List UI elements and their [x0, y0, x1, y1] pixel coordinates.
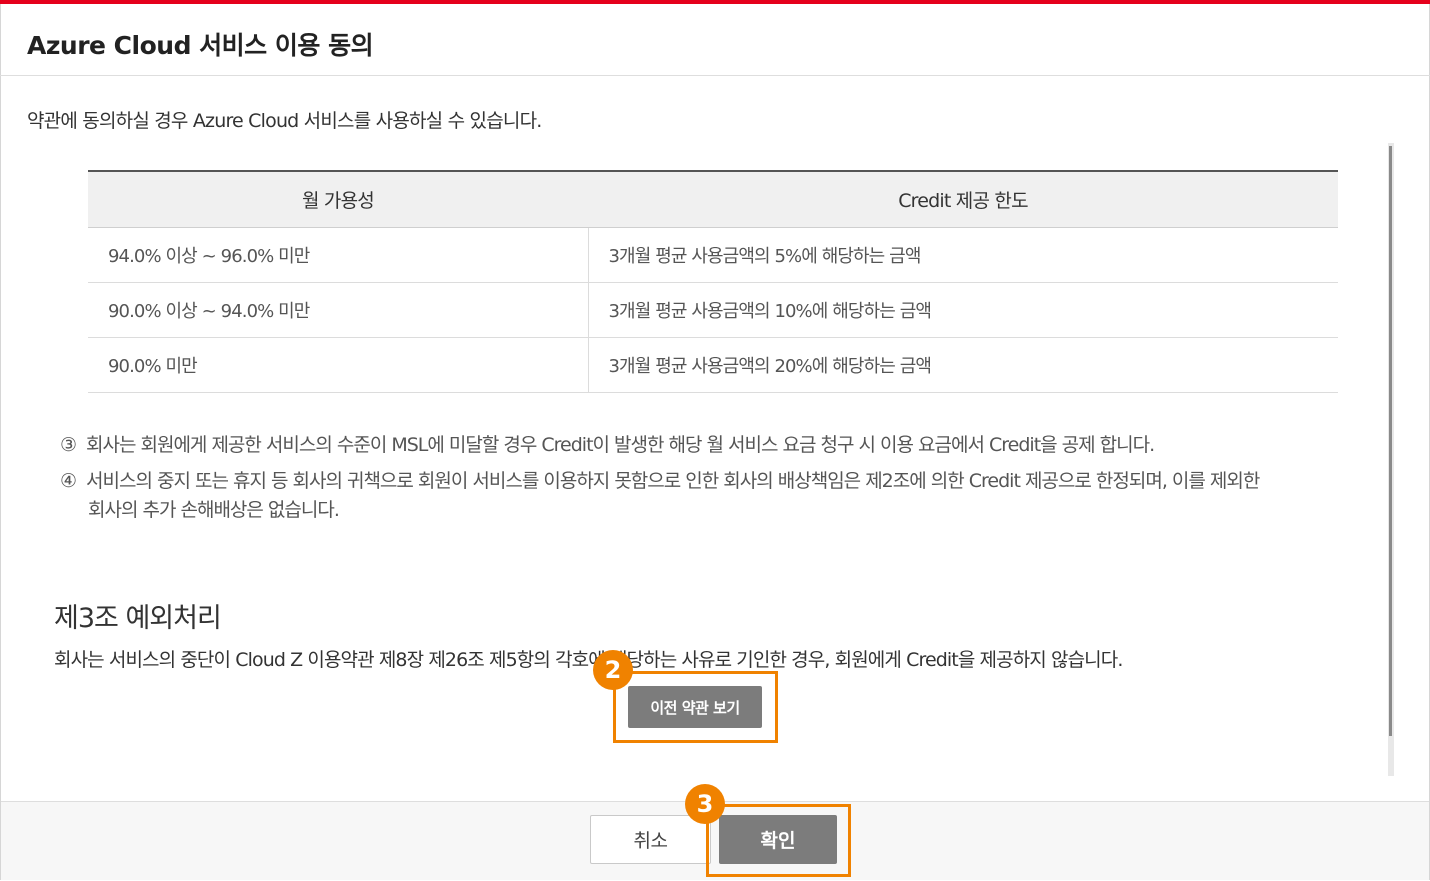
- step-badge-2: 2: [593, 650, 633, 690]
- table-row: 90.0% 이상 ~ 94.0% 미만 3개월 평균 사용금액의 10%에 해당…: [88, 282, 1338, 338]
- section-title: 제3조 예외처리: [54, 603, 222, 634]
- availability-cell: 90.0% 미만: [88, 337, 589, 393]
- note-item-4-continued: 회사의 추가 손해배상은 없습니다.: [88, 499, 340, 521]
- sla-credit-table: 월 가용성 Credit 제공 한도 94.0% 이상 ~ 96.0% 미만 3…: [88, 170, 1338, 393]
- dialog-title: Azure Cloud 서비스 이용 동의: [27, 31, 374, 60]
- credit-cell: 3개월 평균 사용금액의 5%에 해당하는 금액: [588, 227, 1338, 283]
- highlight-box-2: [613, 671, 778, 743]
- dialog-header: Azure Cloud 서비스 이용 동의: [0, 4, 1430, 76]
- highlight-box-3: [706, 804, 851, 877]
- availability-cell: 94.0% 이상 ~ 96.0% 미만: [88, 227, 589, 283]
- header-credit-limit: Credit 제공 한도: [588, 170, 1338, 228]
- note-number: ③: [60, 434, 77, 456]
- cancel-button[interactable]: 취소: [590, 815, 711, 864]
- table-row: 90.0% 미만 3개월 평균 사용금액의 20%에 해당하는 금액: [88, 337, 1338, 393]
- credit-cell: 3개월 평균 사용금액의 10%에 해당하는 금액: [588, 282, 1338, 338]
- table-header-row: 월 가용성 Credit 제공 한도: [88, 170, 1338, 228]
- header-monthly-availability: 월 가용성: [88, 170, 588, 228]
- credit-cell: 3개월 평균 사용금액의 20%에 해당하는 금액: [588, 337, 1338, 393]
- table-row: 94.0% 이상 ~ 96.0% 미만 3개월 평균 사용금액의 5%에 해당하…: [88, 227, 1338, 283]
- note-number: ④: [60, 470, 77, 492]
- note-item-4: ④ 서비스의 중지 또는 휴지 등 회사의 귀책으로 회원이 서비스를 이용하지 …: [60, 467, 1260, 496]
- note-item-3: ③ 회사는 회원에게 제공한 서비스의 수준이 MSL에 미달할 경우 Credi…: [60, 431, 1155, 460]
- scrollbar-thumb[interactable]: [1389, 146, 1392, 736]
- note-text: 회사는 회원에게 제공한 서비스의 수준이 MSL에 미달할 경우 Credit…: [86, 434, 1155, 456]
- intro-text: 약관에 동의하실 경우 Azure Cloud 서비스를 사용하실 수 있습니다…: [27, 110, 542, 132]
- availability-cell: 90.0% 이상 ~ 94.0% 미만: [88, 282, 589, 338]
- note-text: 서비스의 중지 또는 휴지 등 회사의 귀책으로 회원이 서비스를 이용하지 못…: [86, 470, 1260, 492]
- step-badge-3: 3: [685, 784, 725, 824]
- section-body: 회사는 서비스의 중단이 Cloud Z 이용약관 제8장 제26조 제5항의 …: [54, 649, 1123, 671]
